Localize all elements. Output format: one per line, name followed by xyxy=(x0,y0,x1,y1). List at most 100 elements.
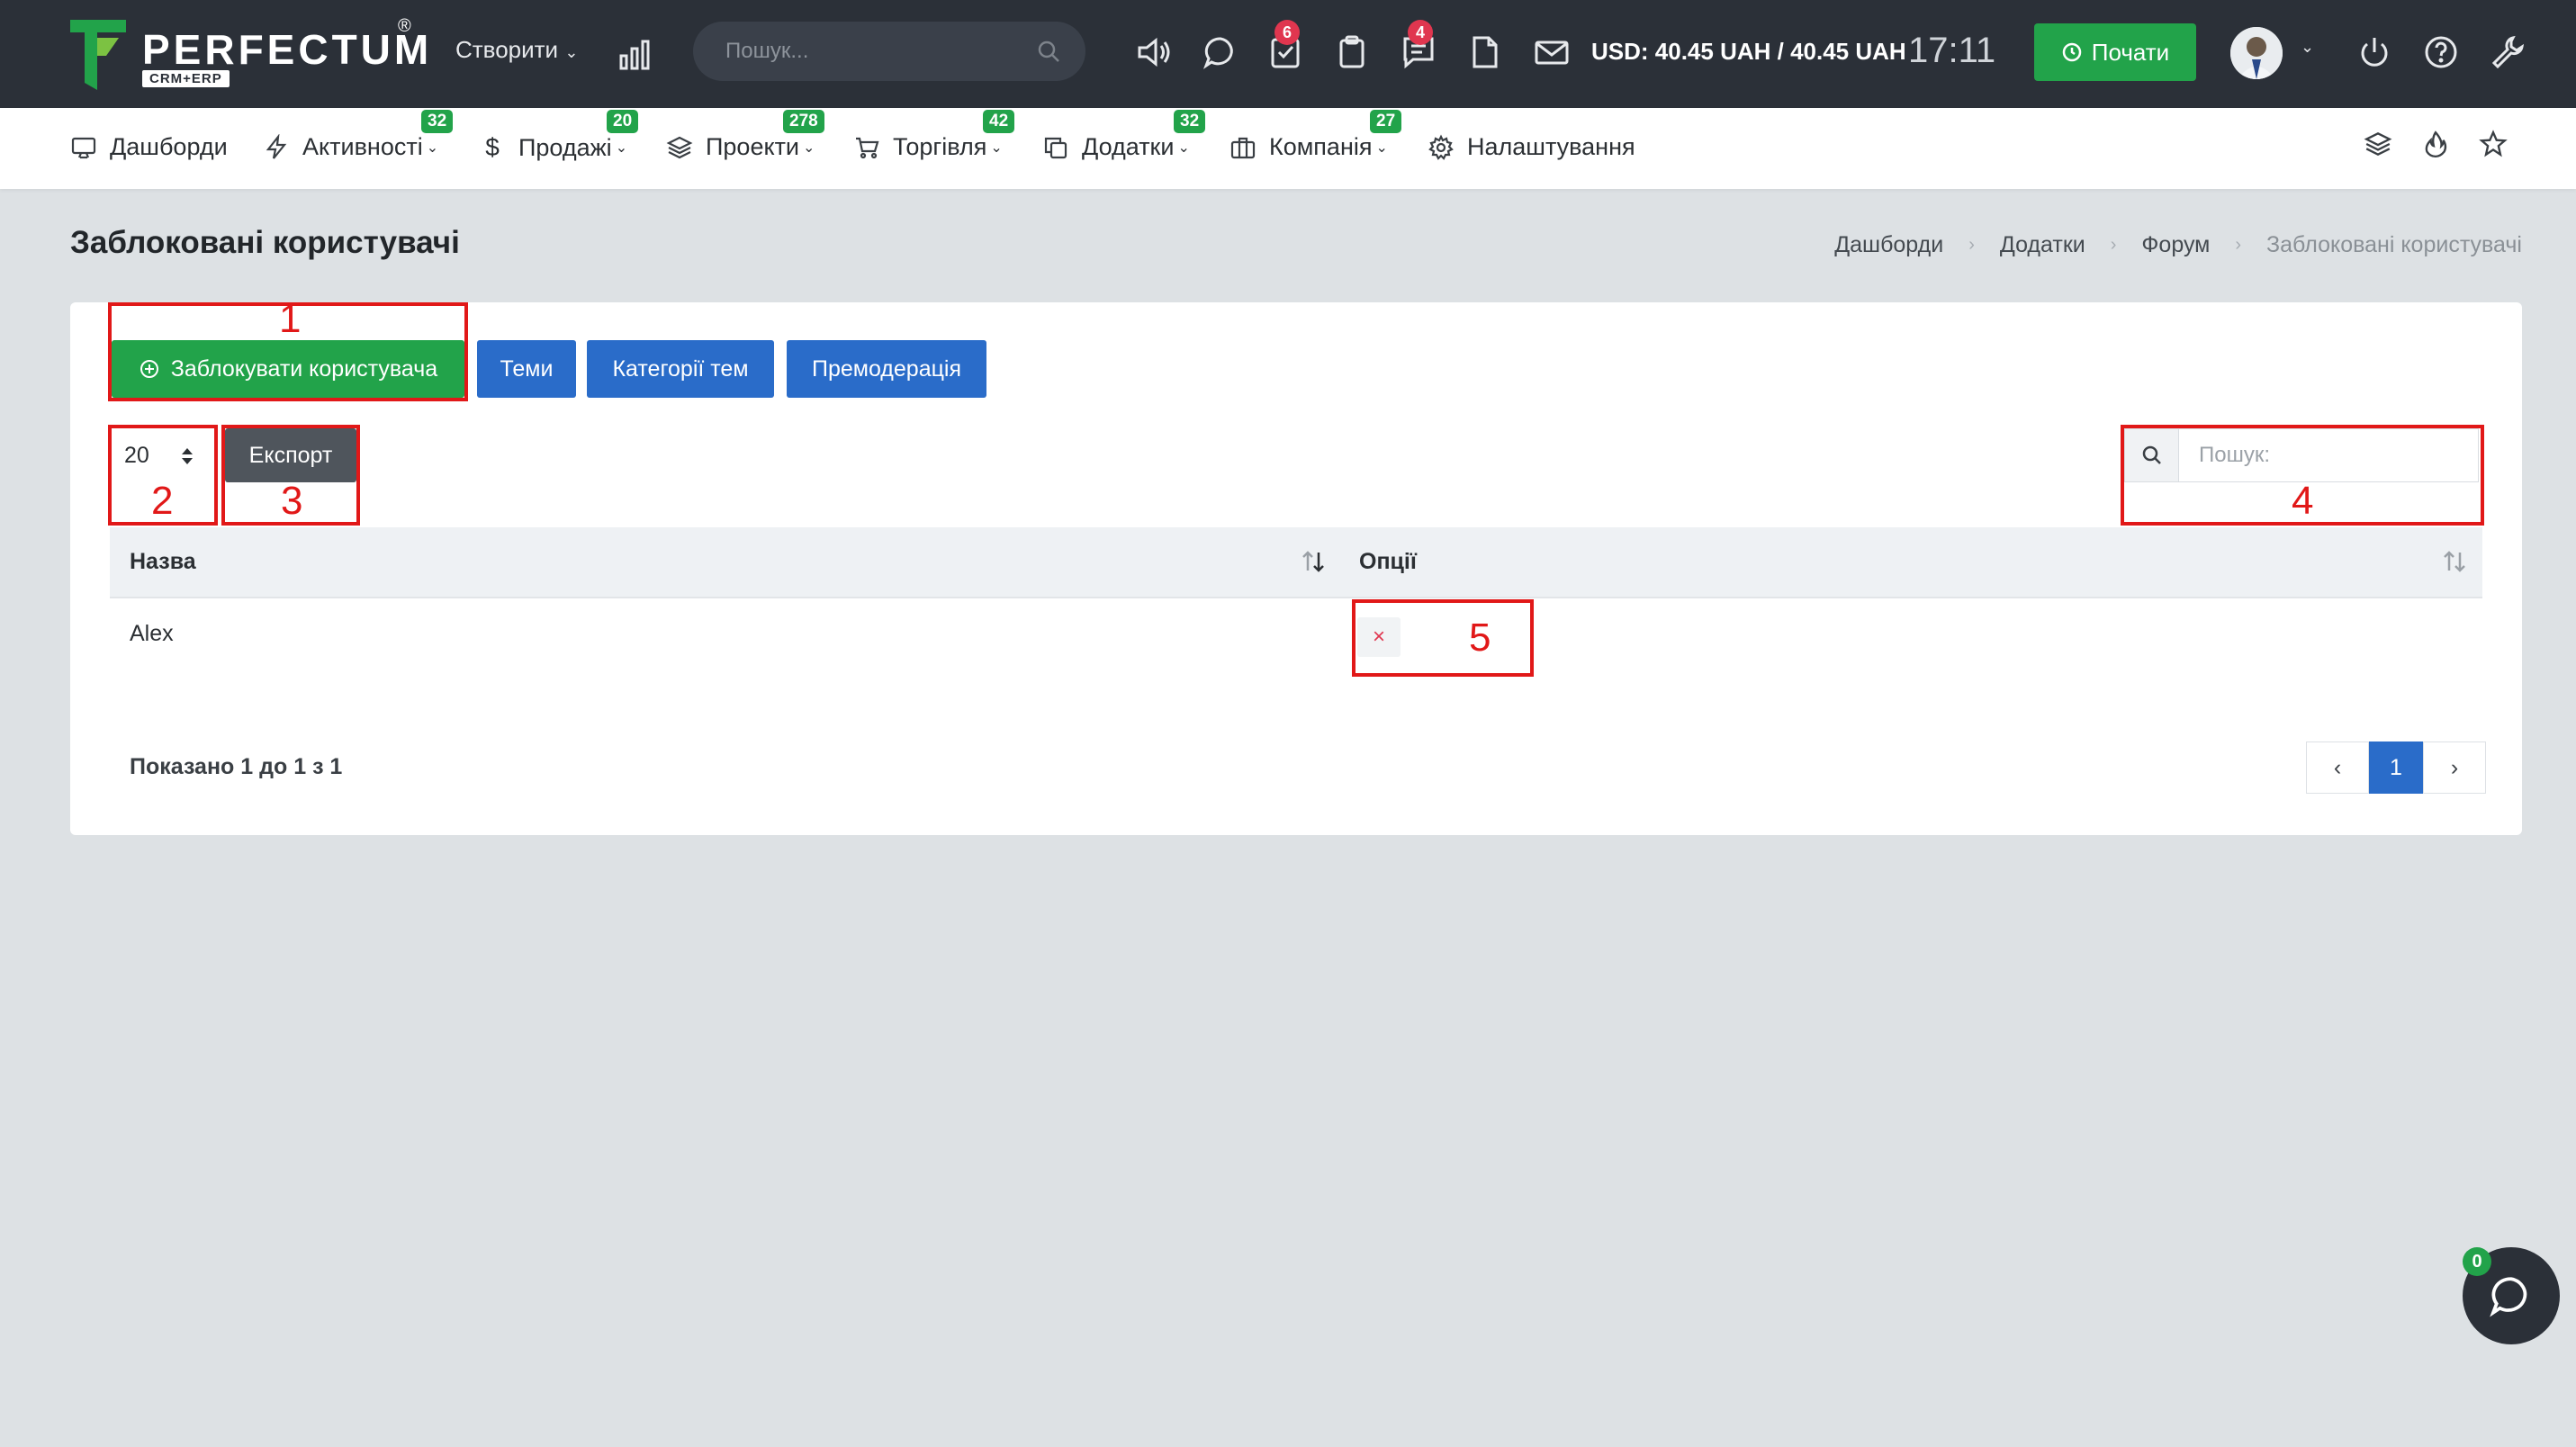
topics-button[interactable]: Теми xyxy=(477,340,576,398)
annotation-box-5 xyxy=(1352,599,1534,677)
avatar[interactable] xyxy=(2230,27,2283,79)
clock: 17:11 xyxy=(1908,31,1996,70)
layers-icon xyxy=(666,136,693,158)
logo-mark-icon xyxy=(70,20,126,90)
premoderation-label: Премодерація xyxy=(811,355,962,382)
nav-item-label: Додатки xyxy=(1082,133,1175,160)
column-header-name[interactable]: Назва xyxy=(130,549,196,575)
nav-item-label: Проекти xyxy=(706,133,800,160)
cart-icon xyxy=(856,137,879,158)
fire-icon[interactable] xyxy=(2421,130,2450,158)
nav-badge: 20 xyxy=(607,110,639,133)
chevron-left-icon: ‹ xyxy=(2333,754,2342,780)
power-icon[interactable] xyxy=(2356,34,2392,70)
layers-toggle-icon[interactable] xyxy=(2364,130,2392,158)
nav-item-projects[interactable]: Проекти ⌄ 278 xyxy=(666,110,824,161)
chat-icon[interactable] xyxy=(1202,34,1238,70)
annotation-number-3: 3 xyxy=(281,479,303,523)
nav-item-trade[interactable]: Торгівля ⌄ 42 xyxy=(853,110,1015,161)
gear-icon xyxy=(1428,134,1454,160)
chevron-down-icon: ⌄ xyxy=(426,139,439,156)
chevron-down-icon: ⌄ xyxy=(1375,139,1388,156)
annotation-number-5: 5 xyxy=(1469,616,1491,660)
nav-badge: 32 xyxy=(421,110,454,133)
table-header: Назва Опції xyxy=(110,527,2482,598)
pagination-prev[interactable]: ‹ xyxy=(2306,741,2369,794)
star-icon[interactable] xyxy=(2479,130,2508,158)
nav-item-addons[interactable]: Додатки ⌄ 32 xyxy=(1042,110,1206,161)
breadcrumb-item[interactable]: Дашборди xyxy=(1834,232,1943,258)
annotation-number-2: 2 xyxy=(151,479,174,523)
help-icon[interactable] xyxy=(2423,34,2459,70)
chat-badge: 0 xyxy=(2463,1247,2491,1276)
pagination: ‹ 1 › xyxy=(2306,741,2486,794)
clipboard-icon[interactable] xyxy=(1334,34,1370,70)
breadcrumb-item[interactable]: Форум xyxy=(2141,232,2210,258)
announcement-icon[interactable] xyxy=(1136,34,1172,70)
create-menu[interactable]: Створити ⌄ xyxy=(455,36,578,64)
logo[interactable]: PERFECTUM ® CRM+ERP xyxy=(70,16,433,94)
wrench-icon[interactable] xyxy=(2490,34,2526,70)
nav-item-company[interactable]: Компанія ⌄ 27 xyxy=(1229,110,1402,161)
topic-categories-button[interactable]: Категорії тем xyxy=(587,340,774,398)
chevron-down-icon: ⌄ xyxy=(803,139,815,156)
create-menu-label: Створити xyxy=(455,36,559,63)
logo-text: PERFECTUM xyxy=(142,26,433,73)
pagination-next[interactable]: › xyxy=(2423,741,2486,794)
topic-categories-label: Категорії тем xyxy=(612,355,749,382)
column-header-options[interactable]: Опції xyxy=(1359,549,1417,575)
chevron-right-icon: › xyxy=(2450,754,2459,780)
page-number: 1 xyxy=(2390,754,2402,780)
monitor-icon xyxy=(71,137,96,158)
avatar-chevron-down-icon[interactable]: ⌄ xyxy=(2301,38,2314,57)
nav-item-label: Налаштування xyxy=(1467,133,1635,160)
nav-badge: 278 xyxy=(783,110,824,133)
search-icon xyxy=(1038,40,1059,62)
page-title: Заблоковані користувачі xyxy=(70,225,460,260)
nav-item-activities[interactable]: Активності ⌄ 32 xyxy=(263,110,454,161)
topics-label: Теми xyxy=(500,355,554,382)
briefcase-icon xyxy=(1230,137,1256,158)
nav-item-label: Торгівля xyxy=(893,133,987,160)
global-search-input[interactable] xyxy=(693,22,1085,81)
tasks-badge: 6 xyxy=(1274,20,1300,45)
chat-icon xyxy=(2490,1277,2527,1317)
chevron-right-icon: › xyxy=(2235,235,2242,255)
nav-item-settings[interactable]: Налаштування xyxy=(1428,133,1635,161)
chevron-down-icon: ⌄ xyxy=(990,139,1003,156)
start-timer-button[interactable]: Почати xyxy=(2034,23,2196,81)
annotation-number-1: 1 xyxy=(279,297,302,341)
breadcrumb: Дашборди › Додатки › Форум › Заблоковані… xyxy=(1834,232,2522,258)
logo-subtitle: CRM+ERP xyxy=(142,70,230,87)
start-timer-label: Почати xyxy=(2091,38,2170,66)
nav-item-sales[interactable]: $ Продажі ⌄ 20 xyxy=(479,110,639,162)
chevron-down-icon: ⌄ xyxy=(564,43,579,61)
nav-badge: 42 xyxy=(983,110,1015,133)
chevron-right-icon: › xyxy=(1968,235,1975,255)
nav-badge: 27 xyxy=(1370,110,1402,133)
dollar-icon: $ xyxy=(485,133,500,161)
nav-item-label: Активності xyxy=(302,133,423,160)
premoderation-button[interactable]: Премодерація xyxy=(787,340,986,398)
sort-desc-icon[interactable] xyxy=(1300,547,1327,576)
logo-registered: ® xyxy=(398,16,411,36)
pagination-page[interactable]: 1 xyxy=(2369,741,2423,794)
copy-icon xyxy=(1044,137,1067,158)
mail-icon[interactable] xyxy=(1534,34,1570,70)
breadcrumb-current: Заблоковані користувачі xyxy=(2266,232,2522,257)
top-bar: PERFECTUM ® CRM+ERP Створити ⌄ 6 4 USD: … xyxy=(0,0,2576,108)
nav-item-label: Продажі xyxy=(518,133,612,161)
cell-name: Alex xyxy=(130,621,174,646)
nav-badge: 32 xyxy=(1174,110,1206,133)
sort-icon[interactable] xyxy=(2441,547,2468,576)
chevron-down-icon: ⌄ xyxy=(1177,139,1190,156)
lightning-icon xyxy=(266,133,287,159)
table-info: Показано 1 до 1 з 1 xyxy=(130,754,343,779)
notes-badge: 4 xyxy=(1408,20,1433,45)
breadcrumb-item[interactable]: Додатки xyxy=(2000,232,2085,258)
nav-item-label: Компанія xyxy=(1269,133,1373,160)
nav-item-dashboards[interactable]: Дашборди xyxy=(70,133,228,161)
document-icon[interactable] xyxy=(1467,34,1503,70)
chevron-down-icon: ⌄ xyxy=(615,140,628,156)
stats-icon[interactable] xyxy=(617,36,653,72)
